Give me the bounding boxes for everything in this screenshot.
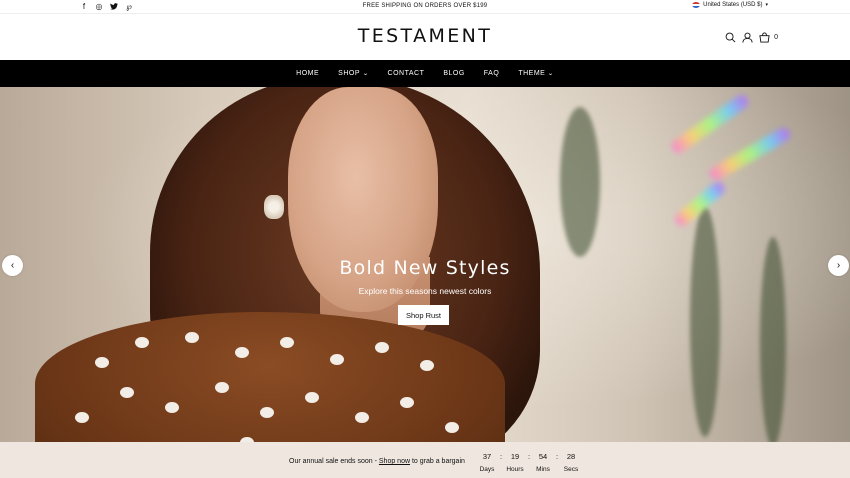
countdown-value: 54 xyxy=(538,452,548,461)
currency-selector[interactable]: United States (USD $) ▾ xyxy=(692,2,768,8)
countdown-label: Secs xyxy=(563,466,579,473)
nav-item-label: THEME xyxy=(518,70,546,77)
countdown-secs: 28 Secs xyxy=(560,452,582,473)
sale-text-after: to grab a bargain xyxy=(410,458,465,465)
cart-count[interactable]: 0 xyxy=(774,34,778,41)
search-icon[interactable] xyxy=(725,32,736,43)
hero-subtitle: Explore this seasons newest colors xyxy=(358,286,492,296)
hero-model-earring xyxy=(264,195,284,219)
countdown-label: Mins xyxy=(536,466,550,473)
countdown-label: Days xyxy=(479,466,495,473)
countdown-label: Hours xyxy=(506,466,524,473)
chevron-down-icon: ▾ xyxy=(765,2,768,8)
shop-now-link[interactable]: Shop now xyxy=(379,458,410,465)
nav-item-home[interactable]: HOME xyxy=(287,70,329,77)
nav-item-label: FAQ xyxy=(483,70,500,77)
slider-prev-button[interactable]: ‹ xyxy=(2,255,23,276)
countdown-value: 28 xyxy=(566,452,576,461)
chevron-down-icon: ⌄ xyxy=(547,71,555,77)
countdown-bar: Our annual sale ends soon - Shop now to … xyxy=(0,442,850,478)
logo[interactable]: TESTAMENT xyxy=(0,25,850,47)
nav-item-theme[interactable]: THEME ⌄ xyxy=(509,70,564,77)
nav-item-label: SHOP xyxy=(338,70,360,77)
nav-item-shop[interactable]: SHOP ⌄ xyxy=(329,70,378,77)
nav-item-label: CONTACT xyxy=(387,70,425,77)
main-navigation: HOME SHOP ⌄ CONTACT BLOG FAQ THEME ⌄ xyxy=(0,60,850,87)
shop-rust-button[interactable]: Shop Rust xyxy=(398,305,449,325)
sale-message: Our annual sale ends soon - Shop now to … xyxy=(289,458,465,465)
sale-text-before: Our annual sale ends soon - xyxy=(289,458,379,465)
countdown-timer: 37 Days : 19 Hours : 54 Mins : 28 Secs xyxy=(476,452,582,473)
chevron-left-icon: ‹ xyxy=(10,260,15,271)
hero-slideshow: Bold New Styles Explore this seasons new… xyxy=(0,87,850,442)
chevron-right-icon: › xyxy=(836,260,841,271)
hero-title: Bold New Styles xyxy=(339,257,511,279)
announcement-bar: f ◎ ℘ FREE SHIPPING ON ORDERS OVER $199 … xyxy=(0,0,850,14)
nav-item-label: BLOG xyxy=(443,70,465,77)
nav-item-blog[interactable]: BLOG xyxy=(434,70,474,77)
countdown-value: 19 xyxy=(510,452,520,461)
countdown-mins: 54 Mins xyxy=(532,452,554,473)
header-actions: 0 xyxy=(725,32,778,43)
cart-icon[interactable] xyxy=(759,32,770,43)
nav-item-label: HOME xyxy=(296,70,320,77)
account-icon[interactable] xyxy=(742,32,753,43)
countdown-value: 37 xyxy=(482,452,492,461)
countdown-days: 37 Days xyxy=(476,452,498,473)
currency-label: United States (USD $) xyxy=(703,2,763,8)
countdown-hours: 19 Hours xyxy=(504,452,526,473)
plant-leaf xyxy=(560,107,600,257)
us-flag-icon xyxy=(692,2,701,8)
plant-leaf xyxy=(690,207,720,437)
slider-next-button[interactable]: › xyxy=(828,255,849,276)
nav-item-faq[interactable]: FAQ xyxy=(474,70,509,77)
site-header: TESTAMENT 0 xyxy=(0,14,850,60)
chevron-down-icon: ⌄ xyxy=(362,71,370,77)
nav-item-contact[interactable]: CONTACT xyxy=(378,70,434,77)
